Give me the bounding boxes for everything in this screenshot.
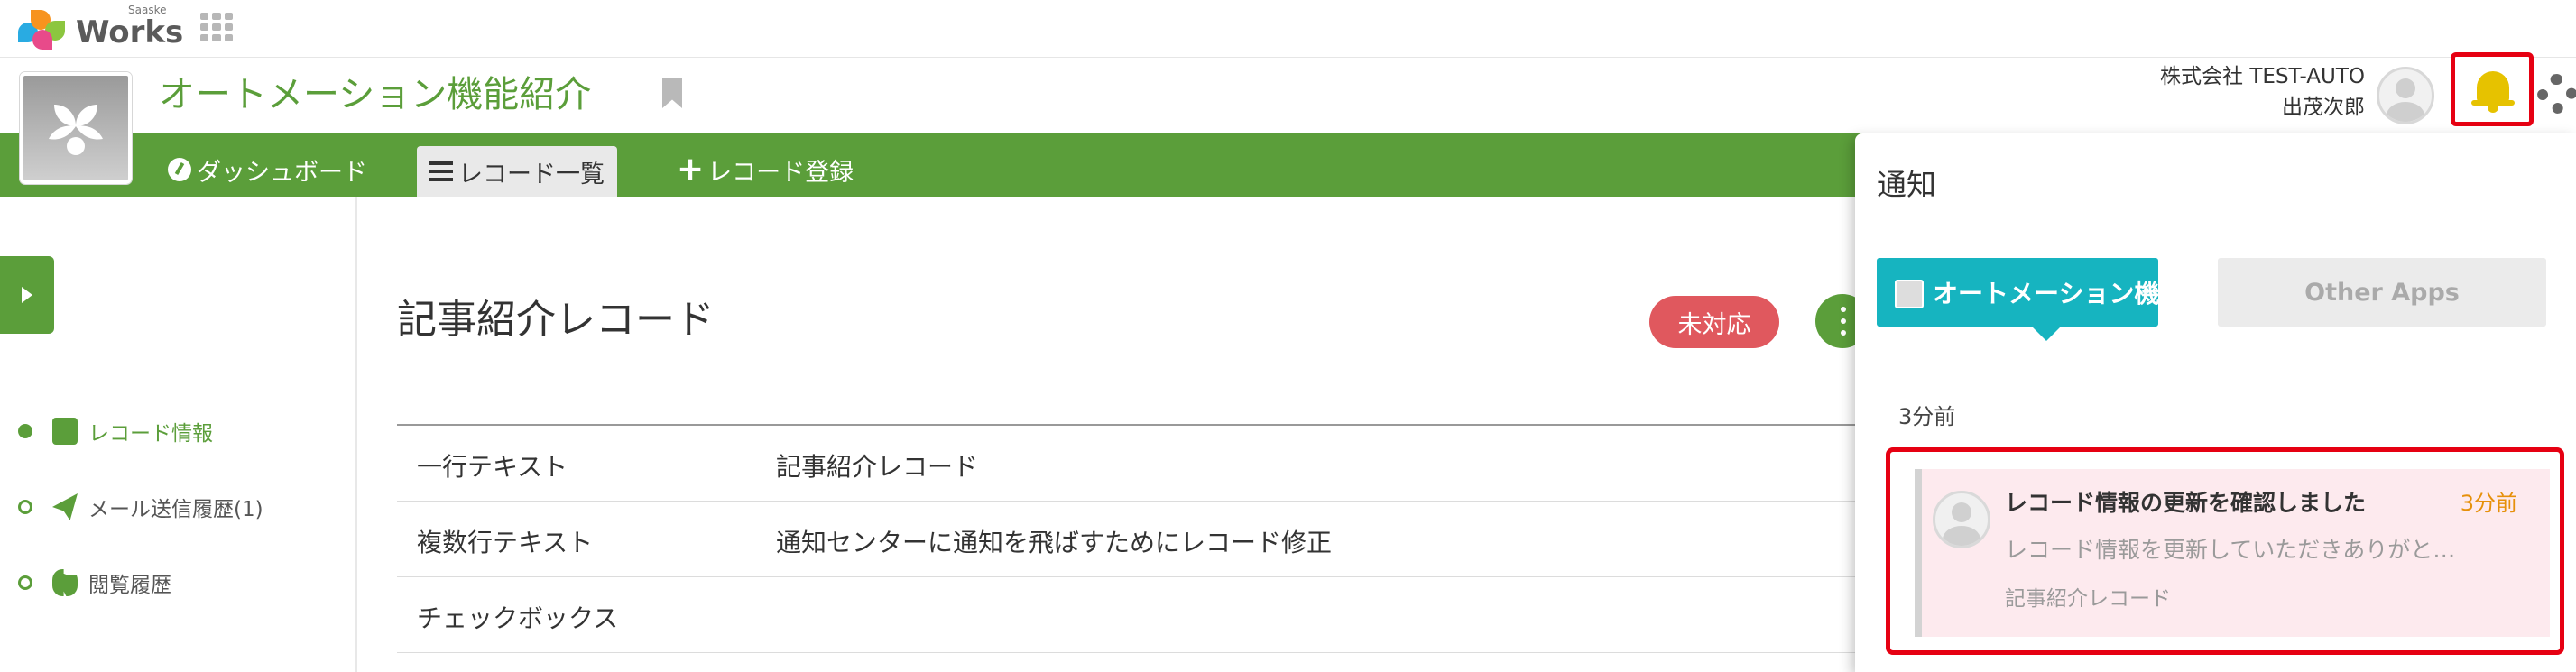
field-value: 記事紹介レコード — [776, 452, 979, 482]
user-name: 出茂次郎 — [2282, 96, 2365, 119]
app-icon — [20, 72, 132, 184]
paper-plane-icon — [52, 493, 78, 520]
top-bar: Saaske Works — [0, 0, 2576, 58]
footprints-icon — [52, 569, 78, 596]
notification-body: レコード情報を更新していただきありがと… — [2005, 537, 2456, 563]
dot-icon — [18, 575, 32, 590]
field-label: 複数行テキスト — [417, 528, 594, 557]
sidebar-item-mail-history[interactable]: メール送信履歴(1) — [18, 489, 263, 525]
sidebar-item-label: レコード情報 — [88, 422, 213, 446]
dashboard-icon — [168, 158, 191, 181]
list-icon — [429, 161, 453, 181]
field-value: 通知センターに通知を飛ばすためにレコード修正 — [776, 528, 1333, 557]
tab-record-register[interactable]: + レコード登録 — [664, 144, 866, 195]
tab-label: オートメーション機… — [1933, 279, 2185, 308]
sidebar-item-record-info[interactable]: レコード情報 — [18, 413, 213, 449]
notification-headline: レコード情報の更新を確認しました — [2005, 490, 2367, 516]
tab-label: ダッシュボード — [197, 158, 367, 187]
user-info[interactable]: 株式会社 TEST-AUTO 出茂次郎 — [2160, 61, 2365, 123]
table-row: 複数行テキスト 通知センターに通知を飛ばすためにレコード修正 — [397, 502, 1868, 577]
table-row: チェックボックス — [397, 577, 1868, 653]
field-label: 一行テキスト — [417, 452, 568, 482]
plus-icon: + — [677, 151, 705, 188]
record-field-table: 一行テキスト 記事紹介レコード 複数行テキスト 通知センターに通知を飛ばすために… — [397, 424, 1868, 653]
notification-button[interactable] — [2451, 52, 2534, 126]
clipboard-icon — [52, 418, 78, 445]
brand-sub: Saaske — [128, 4, 167, 16]
gear-icon[interactable] — [2537, 74, 2576, 114]
company-name: 株式会社 TEST-AUTO — [2160, 65, 2365, 88]
app-thumbnail-icon — [1895, 280, 1924, 308]
notification-item[interactable]: レコード情報の更新を確認しました 3分前 レコード情報を更新していただきありがと… — [1915, 469, 2550, 637]
tab-label: レコード登録 — [707, 158, 854, 187]
active-dot-icon — [18, 424, 32, 438]
table-row: 一行テキスト 記事紹介レコード — [397, 426, 1868, 502]
app-grid-icon[interactable] — [197, 9, 236, 45]
tab-label: レコード一覧 — [458, 160, 605, 189]
user-avatar[interactable] — [2377, 67, 2434, 124]
app-title: オートメーション機能紹介 — [159, 74, 592, 115]
brand-logo-link[interactable]: Saaske Works — [18, 4, 184, 51]
sender-avatar — [1933, 491, 1990, 548]
record-title: 記事紹介レコード — [397, 297, 715, 343]
tab-other-apps[interactable]: Other Apps — [2218, 258, 2546, 327]
tab-current-app[interactable]: オートメーション機… — [1877, 258, 2184, 341]
status-badge[interactable]: 未対応 — [1649, 296, 1779, 348]
sidebar-item-label: メール送信履歴(1) — [88, 498, 263, 521]
group-time-header: 3分前 — [1898, 404, 1956, 429]
sidebar-item-view-history[interactable]: 閲覧履歴 — [18, 565, 171, 601]
notification-record: 記事紹介レコード — [2005, 587, 2171, 611]
notification-time: 3分前 — [2460, 491, 2517, 516]
notification-panel: 通知 オートメーション機… Other Apps 3分前 レコード情報の更新を確… — [1855, 133, 2576, 672]
tab-dashboard[interactable]: ダッシュボード — [155, 144, 380, 195]
tab-record-list[interactable]: レコード一覧 — [417, 146, 617, 197]
works-logo-icon — [18, 8, 72, 50]
dot-icon — [18, 500, 32, 514]
bell-icon — [2471, 71, 2515, 113]
sidebar-item-label: 閲覧履歴 — [88, 574, 171, 597]
sidebar-toggle-button[interactable] — [0, 256, 54, 334]
brand-name: Works — [76, 14, 184, 51]
brand-text: Saaske Works — [76, 4, 184, 51]
sidebar-divider — [355, 197, 357, 672]
field-label: チェックボックス — [417, 603, 619, 633]
notification-title: 通知 — [1877, 167, 1936, 202]
